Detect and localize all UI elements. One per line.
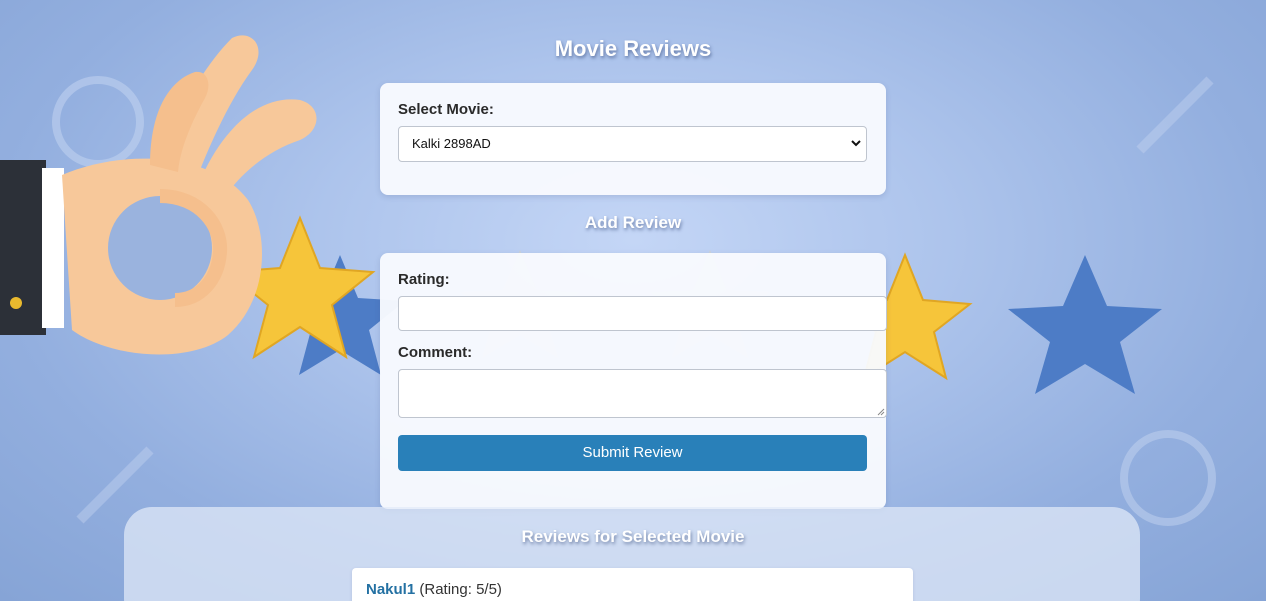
submit-review-button[interactable]: Submit Review [398,435,867,471]
cuff-shape [42,168,64,328]
add-review-card: Rating: Comment: Submit Review [380,253,887,509]
comment-label: Comment: [398,344,473,361]
select-movie-label: Select Movie: [398,101,494,118]
review-list-item: Nakul1 (Rating: 5/5) [352,568,913,601]
rating-input[interactable] [398,296,887,331]
faded-circle-icon [1120,430,1216,526]
faded-circle-icon [52,76,144,168]
comment-textarea[interactable] [398,369,887,418]
chevron-down-icon [851,140,861,147]
rating-label: Rating: [398,271,450,288]
sleeve-shape [0,160,46,335]
review-rating: (Rating: 5/5) [419,581,502,598]
faded-line [1136,76,1214,154]
review-line: Nakul1 (Rating: 5/5) [366,581,502,598]
star-icon [1008,255,1162,394]
reviews-title: Reviews for Selected Movie [521,527,745,546]
page-title: Movie Reviews [554,36,712,61]
movie-select-dropdown[interactable]: Kalki 2898AD [398,126,867,162]
movie-select-card: Select Movie: Kalki 2898AD [380,83,886,195]
cufflink-shape [10,297,22,309]
add-review-title: Add Review [584,213,682,232]
resize-grip-icon[interactable] [877,408,885,416]
reviewer-name: Nakul1 [366,581,416,598]
movie-select-value: Kalki 2898AD [412,136,491,151]
